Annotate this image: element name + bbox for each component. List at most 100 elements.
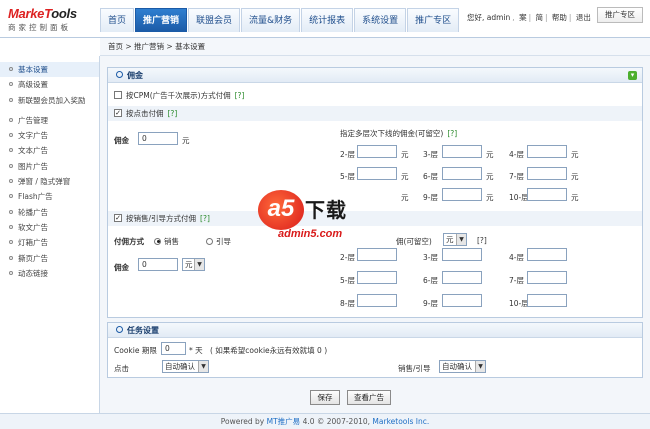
click-confirm-select[interactable]: 自动确认 ▼ xyxy=(162,360,209,373)
sidebar-item-carousel-ads[interactable]: 轮播广告 xyxy=(0,205,99,220)
sales-level-3-input[interactable] xyxy=(442,248,482,261)
radio-lead-label: 引导 xyxy=(216,237,231,246)
click-amount-label: 佣金 xyxy=(114,136,129,145)
cookie-days-input[interactable]: 0 xyxy=(161,342,186,355)
bullet-icon xyxy=(9,179,13,184)
sidebar-item-flash-ads[interactable]: Flash广告 xyxy=(0,189,99,204)
sidebar-item-advanced-settings[interactable]: 高级设置 xyxy=(0,77,99,92)
link-help[interactable]: 帮助 xyxy=(552,13,567,22)
click-level-2-input[interactable] xyxy=(357,145,397,158)
bullet-icon xyxy=(9,194,13,199)
sidebar-item-label: Flash广告 xyxy=(18,192,53,202)
nav-tab-marketing[interactable]: 推广营销 xyxy=(135,8,188,32)
level-label: 4-层 xyxy=(509,150,524,159)
radio-lead-dot[interactable] xyxy=(206,237,213,245)
help-link[interactable]: [?] xyxy=(447,129,457,138)
help-link[interactable]: [?] xyxy=(168,109,178,118)
sidebar-item-basic-settings[interactable]: 基本设置 xyxy=(0,62,99,78)
click-level-5-input[interactable] xyxy=(357,167,397,180)
section-circle-icon xyxy=(116,71,123,78)
sidebar-item-lightbox-ads[interactable]: 灯箱广告 xyxy=(0,235,99,250)
sales-amount-unit-select[interactable]: 元 ▼ xyxy=(182,258,205,271)
nav-tab-promo-zone[interactable]: 推广专区 xyxy=(407,8,460,32)
sales-level-4-input[interactable] xyxy=(527,248,567,261)
select-value: 自动确认 xyxy=(442,362,472,371)
promo-zone-button[interactable]: 推广专区 xyxy=(597,7,643,23)
sidebar-item-article-ads[interactable]: 文本广告 xyxy=(0,143,99,158)
click-checkbox[interactable]: ✓ xyxy=(114,109,122,117)
sidebar-item-label: 图片广告 xyxy=(18,161,48,171)
dropdown-arrow-icon: ▼ xyxy=(198,361,208,372)
top-nav: 首页 推广营销 联盟会员 流量&财务 统计报表 系统设置 推广专区 xyxy=(100,8,460,32)
cpm-checkbox[interactable] xyxy=(114,91,122,99)
sidebar-item-popup-ads[interactable]: 弹窗 / 隐式弹窗 xyxy=(0,174,99,189)
sales-level-9-input[interactable] xyxy=(442,294,482,307)
sales-confirm-select[interactable]: 自动确认 ▼ xyxy=(439,360,486,373)
footer-product-link[interactable]: MT推广易 xyxy=(267,417,301,426)
unit-label: 元 xyxy=(486,172,494,181)
sidebar-item-join-reward[interactable]: 新联盟会员加入奖励 xyxy=(0,93,99,108)
sidebar-item-dynamic-links[interactable]: 动态链接 xyxy=(0,266,99,281)
sales-level-5-input[interactable] xyxy=(357,271,397,284)
bullet-icon xyxy=(9,224,13,229)
sidebar-item-label: 轮播广告 xyxy=(18,207,48,217)
sales-confirm-label: 销售/引导 xyxy=(398,364,431,373)
sales-level-7-input[interactable] xyxy=(527,271,567,284)
sales-level-8-input[interactable] xyxy=(357,294,397,307)
sales-unit-select[interactable]: 元 ▼ xyxy=(443,233,467,246)
radio-lead[interactable]: 引导 xyxy=(206,236,231,247)
bullet-icon xyxy=(9,148,13,153)
sidebar-item-label: 广告管理 xyxy=(18,115,48,125)
help-link[interactable]: [?] xyxy=(235,91,245,100)
footer-company-link[interactable]: Marketools Inc. xyxy=(372,417,429,426)
sidebar-item-text-ads[interactable]: 文字广告 xyxy=(0,128,99,143)
sales-levels-title: 佣(可留空) xyxy=(396,236,432,247)
unit-label: 元 xyxy=(486,193,494,202)
click-amount-input[interactable]: 0 xyxy=(138,132,178,145)
save-button[interactable]: 保存 xyxy=(310,390,340,405)
nav-tab-reports[interactable]: 统计报表 xyxy=(301,8,354,32)
sidebar-item-ad-management[interactable]: 广告管理 xyxy=(0,113,99,128)
radio-sales-dot[interactable] xyxy=(154,237,161,245)
level-label: 2-层 xyxy=(340,253,355,262)
link-logout[interactable]: 退出 xyxy=(576,13,591,22)
dropdown-arrow-icon: ▼ xyxy=(456,234,466,245)
cookie-unit: * 天 xyxy=(189,346,203,355)
click-level-9-input[interactable] xyxy=(442,188,482,201)
sidebar-item-label: 撕页广告 xyxy=(18,253,48,263)
view-ads-button[interactable]: 查看广告 xyxy=(347,390,391,405)
link-case[interactable]: 案 xyxy=(519,13,527,22)
bullet-icon xyxy=(9,97,13,102)
click-level-3-input[interactable] xyxy=(442,145,482,158)
collapse-toggle-icon[interactable]: ▾ xyxy=(628,71,637,80)
click-level-7-input[interactable] xyxy=(527,167,567,180)
nav-tab-home[interactable]: 首页 xyxy=(100,8,135,32)
nav-tab-settings[interactable]: 系统设置 xyxy=(354,8,407,32)
nav-tab-affiliates[interactable]: 联盟会员 xyxy=(188,8,241,32)
sales-checkbox[interactable]: ✓ xyxy=(114,214,122,222)
bullet-icon xyxy=(9,255,13,260)
dropdown-arrow-icon: ▼ xyxy=(194,259,204,270)
sidebar-item-label: 基本设置 xyxy=(18,65,48,74)
click-level-4-input[interactable] xyxy=(527,145,567,158)
cpm-label: 按CPM(广告千次展示)方式付佣 xyxy=(126,91,231,100)
nav-tab-traffic-finance[interactable]: 流量&财务 xyxy=(241,8,301,32)
radio-sales[interactable]: 销售 xyxy=(154,236,179,247)
click-confirm-label: 点击 xyxy=(114,364,129,373)
select-value: 元 xyxy=(446,235,454,244)
sidebar-item-softtext-ads[interactable]: 软文广告 xyxy=(0,220,99,235)
help-link[interactable]: [?] xyxy=(200,214,210,223)
unit-label: 元 xyxy=(401,150,409,159)
click-level-6-input[interactable] xyxy=(442,167,482,180)
sidebar-item-peel-ads[interactable]: 撕页广告 xyxy=(0,251,99,266)
unit-label: 元 xyxy=(571,193,579,202)
sales-amount-label: 佣金 xyxy=(114,263,129,272)
sales-level-6-input[interactable] xyxy=(442,271,482,284)
click-level-10-input[interactable] xyxy=(527,188,567,201)
sidebar-item-image-ads[interactable]: 图片广告 xyxy=(0,159,99,174)
sales-level-2-input[interactable] xyxy=(357,248,397,261)
sales-level-10-input[interactable] xyxy=(527,294,567,307)
link-simple[interactable]: 简 xyxy=(535,13,543,22)
help-link[interactable]: [?] xyxy=(477,236,487,245)
sales-amount-input[interactable]: 0 xyxy=(138,258,178,271)
